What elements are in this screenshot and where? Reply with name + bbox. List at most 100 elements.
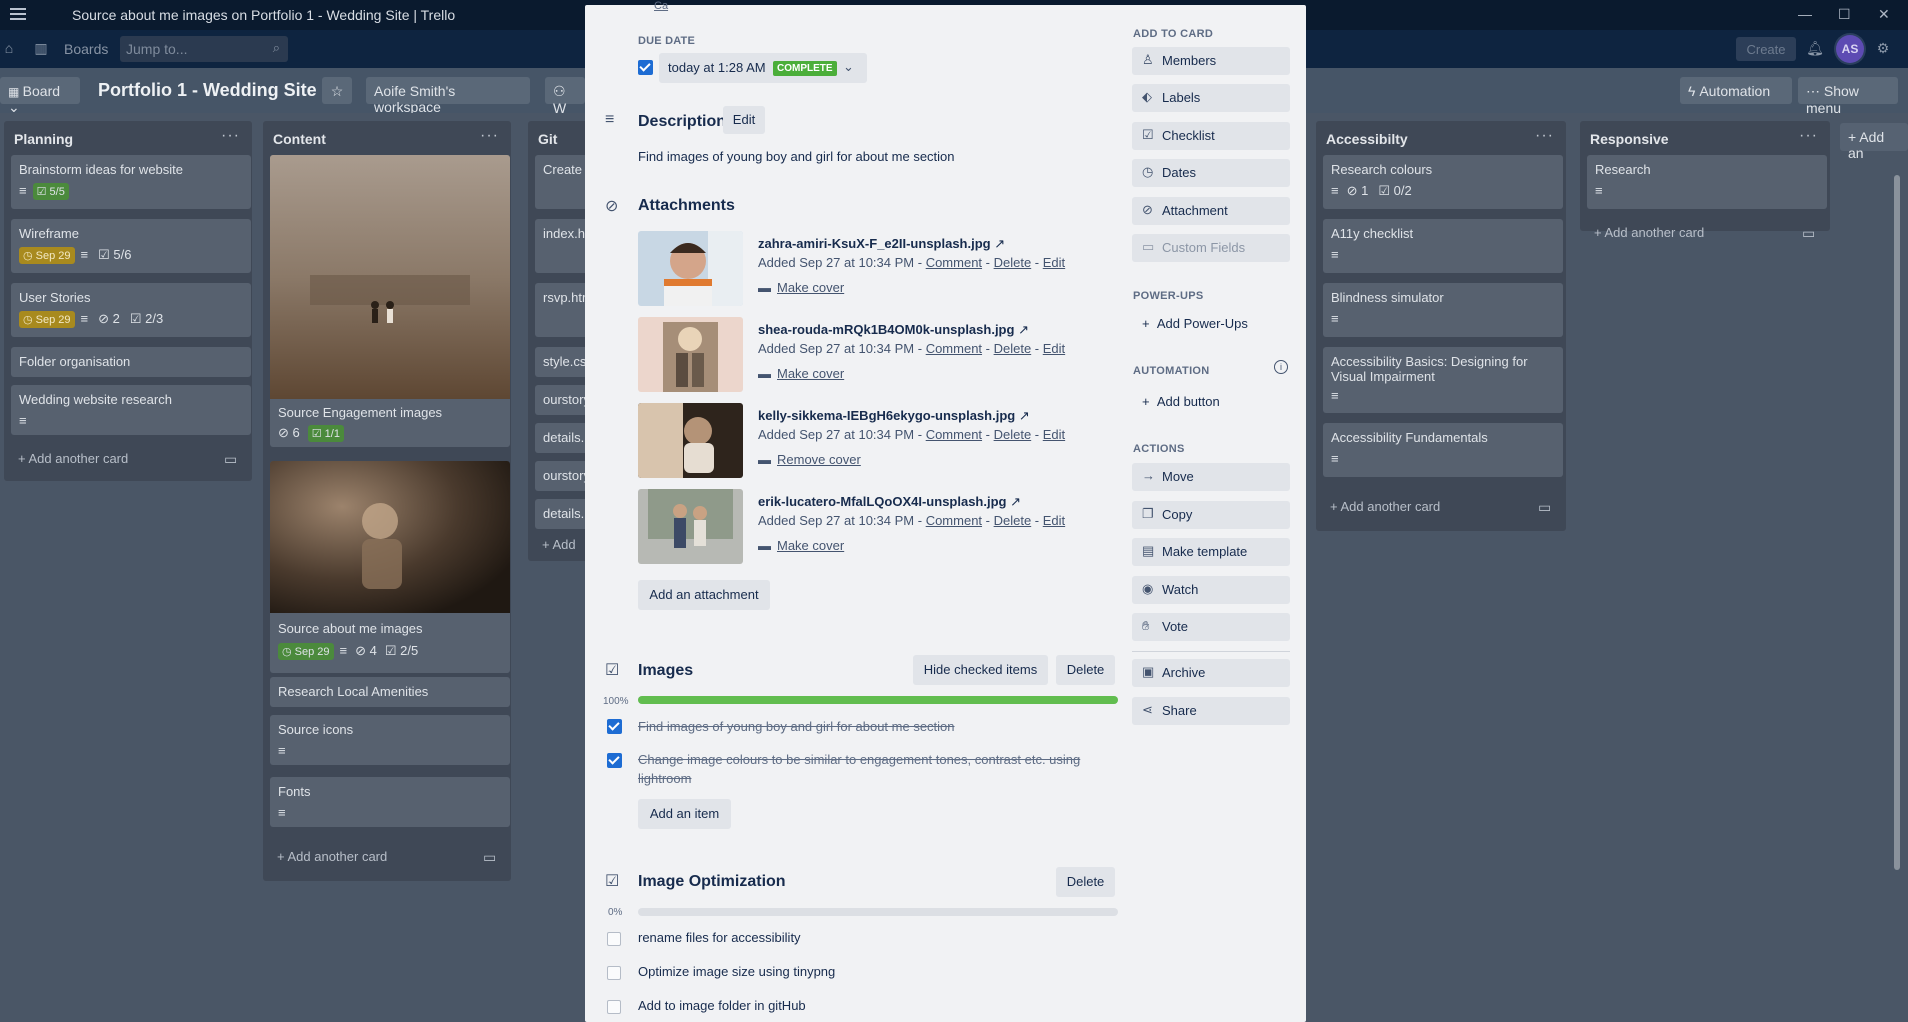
delete-checklist-button[interactable]: Delete	[1056, 655, 1115, 685]
comment-link[interactable]: Comment	[926, 341, 982, 356]
copy-button[interactable]: ❐ Copy	[1132, 501, 1290, 529]
attachment-name[interactable]: erik-lucatero-MfalLQoOX4I-unsplash.jpg ↗	[758, 494, 1021, 510]
show-menu-button[interactable]: ⋯ Show menu	[1798, 77, 1898, 116]
labels-button[interactable]: ⬖ Labels	[1132, 84, 1290, 112]
attachment-item[interactable]: kelly-sikkema-IEBgH6ekygo-unsplash.jpg ↗…	[638, 403, 1098, 478]
attachment-thumbnail[interactable]	[638, 489, 743, 564]
archive-button[interactable]: ▣ Archive	[1132, 659, 1290, 687]
dates-button[interactable]: ◷ Dates	[1132, 159, 1290, 187]
due-date-button[interactable]: today at 1:28 AM COMPLETE ⌄	[659, 53, 867, 83]
comment-link[interactable]: Comment	[926, 255, 982, 270]
card[interactable]: Folder organisation	[11, 347, 251, 377]
comment-link[interactable]: Comment	[926, 427, 982, 442]
card[interactable]: Brainstorm ideas for website ≡ ☑ 5/5	[11, 155, 251, 209]
add-card-button[interactable]: + Add	[542, 537, 576, 552]
attachment-name[interactable]: kelly-sikkema-IEBgH6ekygo-unsplash.jpg ↗	[758, 408, 1030, 424]
minimize-button[interactable]: —	[1798, 6, 1812, 22]
card[interactable]: Blindness simulator ≡	[1323, 283, 1563, 337]
checklist-item-checkbox[interactable]	[607, 1000, 621, 1014]
hamburger-menu-icon[interactable]	[10, 8, 26, 20]
edit-link[interactable]: Edit	[1043, 513, 1065, 528]
card[interactable]: Research colours ≡ ⊘ 1 ☑ 0/2	[1323, 155, 1563, 209]
attachment-thumbnail[interactable]	[638, 231, 743, 306]
description-text[interactable]: Find images of young boy and girl for ab…	[638, 149, 955, 164]
delete-checklist-button[interactable]: Delete	[1056, 867, 1115, 897]
close-button[interactable]: ✕	[1878, 6, 1890, 23]
boards-button[interactable]: Boards	[64, 41, 108, 57]
visibility-button[interactable]: ⚇ W	[545, 77, 585, 116]
comment-link[interactable]: Comment	[926, 513, 982, 528]
delete-link[interactable]: Delete	[994, 513, 1032, 528]
info-icon[interactable]: i	[1274, 360, 1288, 374]
board-title[interactable]: Portfolio 1 - Wedding Site	[98, 80, 317, 101]
delete-link[interactable]: Delete	[994, 255, 1032, 270]
due-complete-checkbox[interactable]	[638, 60, 653, 75]
vote-button[interactable]: ✋︎ Vote	[1132, 613, 1290, 641]
attachment-item[interactable]: erik-lucatero-MfalLQoOX4I-unsplash.jpg ↗…	[638, 489, 1098, 564]
attachment-name[interactable]: shea-rouda-mRQk1B4OM0k-unsplash.jpg ↗	[758, 322, 1029, 338]
members-button[interactable]: ♙ Members	[1132, 47, 1290, 75]
card[interactable]: Research ≡	[1587, 155, 1827, 209]
add-button-button[interactable]: + Add button	[1142, 394, 1220, 409]
template-icon[interactable]: ▭	[1802, 225, 1815, 242]
add-list-button[interactable]: + Add an	[1840, 123, 1908, 161]
automation-button[interactable]: ϟ Automation	[1680, 77, 1792, 104]
list-menu-icon[interactable]: ···	[1799, 127, 1818, 145]
card[interactable]: Accessibility Basics: Designing for Visu…	[1323, 347, 1563, 413]
card[interactable]: Wireframe ◷ Sep 29 ≡ ☑ 5/6	[11, 219, 251, 273]
checklist-item-text[interactable]: Change image colours to be similar to en…	[638, 750, 1088, 788]
board-scrollbar[interactable]	[1894, 175, 1900, 870]
checklist-item-text[interactable]: Find images of young boy and girl for ab…	[638, 719, 955, 734]
list-menu-icon[interactable]: ···	[480, 127, 499, 145]
delete-link[interactable]: Delete	[994, 427, 1032, 442]
hide-checked-items-button[interactable]: Hide checked items	[913, 655, 1048, 685]
attachment-button[interactable]: ⊘ Attachment	[1132, 197, 1290, 225]
checklist-item-text[interactable]: rename files for accessibility	[638, 930, 801, 945]
checklist-item-checkbox[interactable]	[607, 719, 622, 734]
attachment-item[interactable]: zahra-amiri-KsuX-F_e2II-unsplash.jpg ↗ A…	[638, 231, 1098, 306]
star-icon[interactable]: ☆	[322, 77, 352, 104]
attachment-name[interactable]: zahra-amiri-KsuX-F_e2II-unsplash.jpg ↗	[758, 236, 1005, 252]
template-icon[interactable]: ▭	[224, 451, 237, 468]
delete-link[interactable]: Delete	[994, 341, 1032, 356]
add-card-button[interactable]: + Add another card	[18, 451, 128, 466]
card[interactable]: Source icons ≡	[270, 715, 510, 765]
checklist-item-text[interactable]: Add to image folder in gitHub	[638, 998, 806, 1013]
search-input[interactable]: Jump to... ⌕	[120, 36, 288, 62]
card[interactable]: Research Local Amenities	[270, 677, 510, 707]
list-menu-icon[interactable]: ···	[1535, 127, 1554, 145]
board-view-button[interactable]: ▦ Board ⌄	[0, 77, 80, 115]
settings-icon[interactable]: ⚙	[1874, 40, 1892, 58]
make-cover-button[interactable]: ▬ Make cover	[758, 538, 844, 553]
checklist-item-checkbox[interactable]	[607, 932, 621, 946]
custom-fields-button[interactable]: ▭ Custom Fields	[1132, 234, 1290, 262]
add-card-button[interactable]: + Add another card	[1330, 499, 1440, 514]
card[interactable]: User Stories ◷ Sep 29 ≡ ⊘ 2 ☑ 2/3	[11, 283, 251, 337]
remove-cover-button[interactable]: ▬ Remove cover	[758, 452, 861, 467]
workspace-button[interactable]: Aoife Smith's workspace	[366, 77, 530, 115]
notifications-icon[interactable]: 🔔︎	[1806, 40, 1824, 58]
avatar[interactable]: AS	[1836, 35, 1864, 63]
add-card-button[interactable]: + Add another card	[1594, 225, 1704, 240]
edit-link[interactable]: Edit	[1043, 427, 1065, 442]
list-menu-icon[interactable]: ···	[221, 127, 240, 145]
share-button[interactable]: ⋖ Share	[1132, 697, 1290, 725]
card[interactable]: A11y checklist ≡	[1323, 219, 1563, 273]
checklist-button[interactable]: ☑ Checklist	[1132, 122, 1290, 150]
home-icon[interactable]: ⌂	[0, 40, 18, 58]
card[interactable]: Source Engagement images ⊘ 6 ☑ 1/1	[270, 155, 510, 447]
card[interactable]: Fonts ≡	[270, 777, 510, 827]
watch-button[interactable]: ◉ Watch	[1132, 576, 1290, 604]
checklist-item-checkbox[interactable]	[607, 753, 622, 768]
template-icon[interactable]: ▭	[1538, 499, 1551, 516]
add-power-ups-button[interactable]: + Add Power-Ups	[1142, 316, 1248, 331]
edit-link[interactable]: Edit	[1043, 255, 1065, 270]
move-button[interactable]: → Move	[1132, 463, 1290, 491]
boards-icon[interactable]: ▥	[32, 40, 50, 58]
attachment-item[interactable]: shea-rouda-mRQk1B4OM0k-unsplash.jpg ↗ Ad…	[638, 317, 1098, 392]
create-button[interactable]: Create	[1736, 37, 1796, 61]
add-card-button[interactable]: + Add another card	[277, 849, 387, 864]
make-cover-button[interactable]: ▬ Make cover	[758, 366, 844, 381]
card[interactable]: Accessibility Fundamentals ≡	[1323, 423, 1563, 477]
card[interactable]: Wedding website research ≡	[11, 385, 251, 435]
